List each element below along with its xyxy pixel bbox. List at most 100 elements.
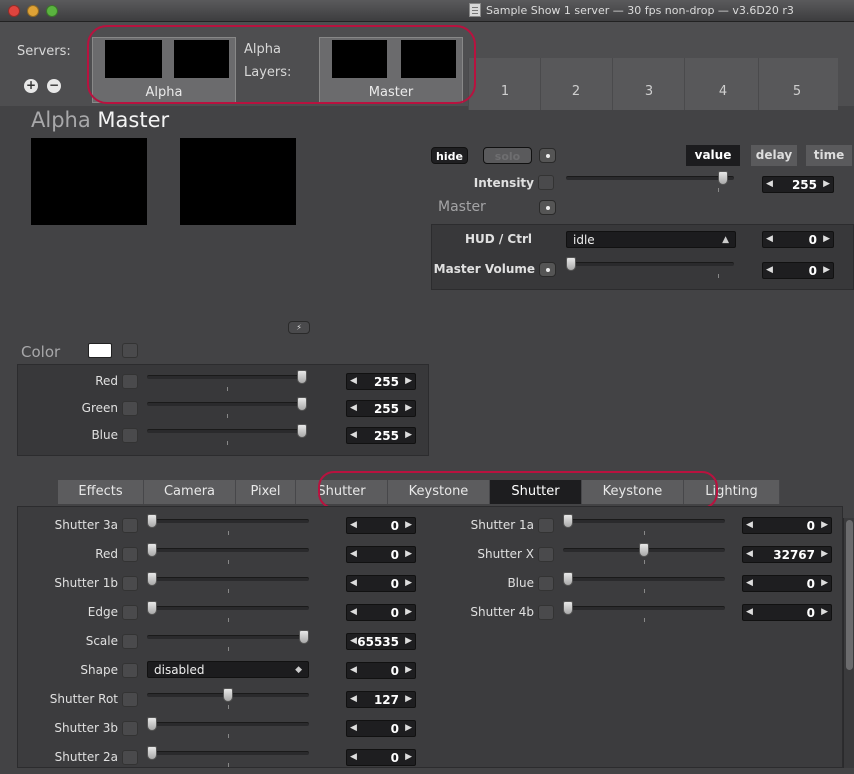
- decrement-icon[interactable]: ◀: [350, 549, 357, 559]
- increment-icon[interactable]: ▶: [405, 520, 412, 530]
- decrement-icon[interactable]: ◀: [350, 636, 357, 646]
- decrement-icon[interactable]: ◀: [350, 752, 357, 762]
- volume-stepper[interactable]: ◀ 0 ▶: [762, 262, 834, 279]
- decrement-icon[interactable]: ◀: [350, 607, 357, 617]
- param-red-keyframe-toggle[interactable]: [122, 547, 138, 562]
- param-scale-slider[interactable]: [147, 629, 309, 651]
- param-blue-stepper[interactable]: ◀ 0 ▶: [742, 575, 832, 592]
- tab-keystone-6[interactable]: Keystone: [582, 480, 684, 504]
- param-shutter-3a-slider[interactable]: [147, 513, 309, 535]
- param-shutter-2a-keyframe-toggle[interactable]: [122, 750, 138, 765]
- slider-knob[interactable]: [563, 572, 573, 586]
- intensity-keyframe-toggle[interactable]: [538, 175, 554, 190]
- slider-knob[interactable]: [563, 601, 573, 615]
- increment-icon[interactable]: ▶: [405, 665, 412, 675]
- param-shutter-x-keyframe-toggle[interactable]: [538, 547, 554, 562]
- volume-slider[interactable]: [566, 256, 734, 278]
- param-shutter-x-stepper[interactable]: ◀ 32767 ▶: [742, 546, 832, 563]
- param-shutter-1a-keyframe-toggle[interactable]: [538, 518, 554, 533]
- param-shutter-3a-keyframe-toggle[interactable]: [122, 518, 138, 533]
- param-shutter-rot-slider[interactable]: [147, 687, 309, 709]
- param-shutter-4b-keyframe-toggle[interactable]: [538, 605, 554, 620]
- param-shutter-4b-slider[interactable]: [563, 600, 725, 622]
- volume-dot-button[interactable]: [539, 262, 556, 277]
- slider-knob[interactable]: [147, 717, 157, 731]
- param-shutter-1a-slider[interactable]: [563, 513, 725, 535]
- increment-icon[interactable]: ▶: [821, 520, 828, 530]
- intensity-stepper[interactable]: ◀ 255 ▶: [762, 176, 834, 193]
- zoom-window-button[interactable]: [46, 5, 58, 17]
- slider-knob[interactable]: [147, 543, 157, 557]
- tab-camera-1[interactable]: Camera: [144, 480, 236, 504]
- decrement-icon[interactable]: ◀: [766, 265, 773, 275]
- param-shutter-rot-stepper[interactable]: ◀ 127 ▶: [346, 691, 416, 708]
- mode-value-button[interactable]: value: [686, 145, 740, 166]
- color-green-stepper[interactable]: ◀ 255 ▶: [346, 400, 416, 417]
- tab-shutter-3[interactable]: Shutter: [296, 480, 388, 504]
- decrement-icon[interactable]: ◀: [746, 578, 753, 588]
- tab-lighting-7[interactable]: Lighting: [684, 480, 780, 504]
- slider-knob[interactable]: [639, 543, 649, 557]
- decrement-icon[interactable]: ◀: [350, 723, 357, 733]
- increment-icon[interactable]: ▶: [823, 265, 830, 275]
- color-red-slider[interactable]: [147, 369, 307, 391]
- color-blue-keyframe-toggle[interactable]: [122, 428, 138, 443]
- decrement-icon[interactable]: ◀: [350, 694, 357, 704]
- color-green-slider[interactable]: [147, 396, 307, 418]
- decrement-icon[interactable]: ◀: [350, 376, 357, 386]
- master-dot-button[interactable]: [539, 200, 556, 215]
- decrement-icon[interactable]: ◀: [746, 549, 753, 559]
- increment-icon[interactable]: ▶: [405, 403, 412, 413]
- increment-icon[interactable]: ▶: [405, 578, 412, 588]
- color-blue-stepper[interactable]: ◀ 255 ▶: [346, 427, 416, 444]
- increment-icon[interactable]: ▶: [821, 549, 828, 559]
- param-shape-keyframe-toggle[interactable]: [122, 663, 138, 678]
- tab-pixel-2[interactable]: Pixel: [236, 480, 296, 504]
- slider-knob[interactable]: [563, 514, 573, 528]
- param-shutter-1b-stepper[interactable]: ◀ 0 ▶: [346, 575, 416, 592]
- param-red-slider[interactable]: [147, 542, 309, 564]
- color-red-keyframe-toggle[interactable]: [122, 374, 138, 389]
- increment-icon[interactable]: ▶: [405, 723, 412, 733]
- param-shutter-4b-stepper[interactable]: ◀ 0 ▶: [742, 604, 832, 621]
- mode-time-button[interactable]: time: [806, 145, 852, 166]
- color-keyframe-toggle[interactable]: [122, 343, 138, 358]
- layer-thumbnail[interactable]: Master: [319, 37, 463, 103]
- increment-icon[interactable]: ▶: [405, 430, 412, 440]
- slider-knob[interactable]: [297, 370, 307, 384]
- increment-icon[interactable]: ▶: [405, 376, 412, 386]
- param-edge-stepper[interactable]: ◀ 0 ▶: [346, 604, 416, 621]
- color-blue-slider[interactable]: [147, 423, 307, 445]
- slider-knob[interactable]: [223, 688, 233, 702]
- param-shape-dropdown[interactable]: disabled ◆: [147, 661, 309, 678]
- scrollbar-thumb[interactable]: [846, 520, 853, 670]
- color-green-keyframe-toggle[interactable]: [122, 401, 138, 416]
- color-swatch[interactable]: [88, 343, 112, 358]
- slider-knob[interactable]: [297, 397, 307, 411]
- volume-slider-knob[interactable]: [566, 257, 576, 271]
- increment-icon[interactable]: ▶: [405, 694, 412, 704]
- slider-knob[interactable]: [299, 630, 309, 644]
- param-edge-slider[interactable]: [147, 600, 309, 622]
- tab-shutter-5[interactable]: Shutter: [490, 480, 582, 504]
- minimize-window-button[interactable]: [27, 5, 39, 17]
- plus-icon[interactable]: +: [24, 79, 38, 93]
- param-shutter-2a-slider[interactable]: [147, 745, 309, 767]
- slider-knob[interactable]: [147, 514, 157, 528]
- parameters-scrollbar[interactable]: [843, 518, 854, 768]
- increment-icon[interactable]: ▶: [405, 752, 412, 762]
- intensity-slider[interactable]: [566, 170, 734, 192]
- decrement-icon[interactable]: ◀: [350, 578, 357, 588]
- increment-icon[interactable]: ▶: [821, 607, 828, 617]
- param-scale-stepper[interactable]: ◀ 65535 ▶: [346, 633, 416, 650]
- param-shutter-1b-slider[interactable]: [147, 571, 309, 593]
- close-window-button[interactable]: [8, 5, 20, 17]
- slider-knob[interactable]: [147, 601, 157, 615]
- param-shutter-3b-slider[interactable]: [147, 716, 309, 738]
- slider-knob[interactable]: [297, 424, 307, 438]
- param-shutter-3b-keyframe-toggle[interactable]: [122, 721, 138, 736]
- decrement-icon[interactable]: ◀: [350, 520, 357, 530]
- color-red-stepper[interactable]: ◀ 255 ▶: [346, 373, 416, 390]
- param-shutter-3b-stepper[interactable]: ◀ 0 ▶: [346, 720, 416, 737]
- decrement-icon[interactable]: ◀: [350, 430, 357, 440]
